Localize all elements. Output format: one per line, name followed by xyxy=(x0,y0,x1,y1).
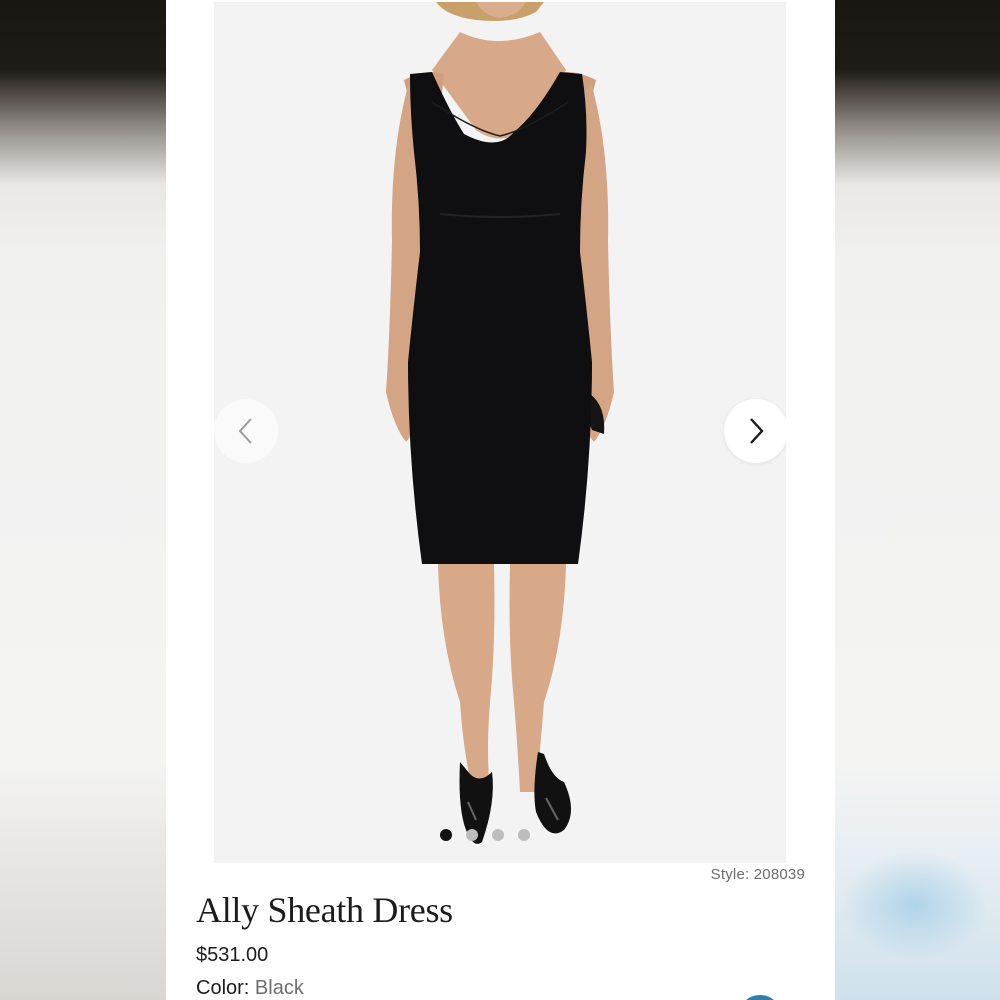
backdrop-glow xyxy=(840,850,990,960)
style-number: Style: 208039 xyxy=(710,866,805,883)
carousel-dot-2[interactable] xyxy=(466,829,478,841)
chevron-left-icon xyxy=(238,418,252,444)
color-label: Color: xyxy=(196,977,255,999)
product-title: Ally Sheath Dress xyxy=(196,890,453,930)
color-value: Black xyxy=(254,977,304,999)
carousel-dot-4[interactable] xyxy=(518,829,530,841)
product-photo-model-black-dress xyxy=(386,2,614,844)
previous-image-button[interactable] xyxy=(214,399,278,463)
chevron-right-icon xyxy=(750,418,764,444)
product-page: Style: 208039 Ally Sheath Dress $531.00 … xyxy=(166,0,835,1000)
color-selection: Color: Black xyxy=(196,977,304,1000)
product-image-gallery[interactable] xyxy=(214,2,786,863)
chat-button[interactable] xyxy=(738,995,782,1000)
blurred-backdrop-right xyxy=(835,0,1000,1000)
product-price: $531.00 xyxy=(196,944,269,966)
carousel-indicator xyxy=(440,829,530,841)
carousel-dot-3[interactable] xyxy=(492,829,504,841)
next-image-button[interactable] xyxy=(724,399,786,463)
carousel-dot-1[interactable] xyxy=(440,829,452,841)
blurred-backdrop-left xyxy=(0,0,166,1000)
